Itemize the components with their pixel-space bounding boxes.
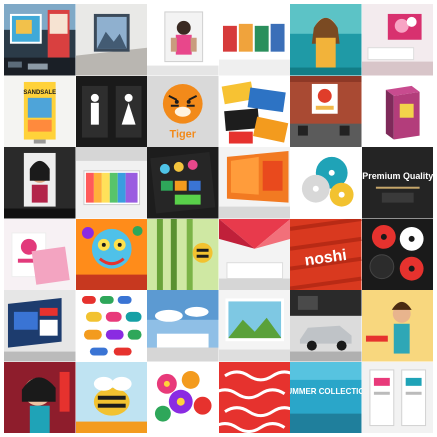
tile-app-interface	[147, 147, 219, 219]
summer-collection-text: SUMMER COLLECTION	[290, 386, 362, 395]
tile-vinyl-labels	[361, 218, 433, 290]
tile-cosmetics-brochure	[4, 218, 76, 290]
tile-exhibition-stand	[4, 290, 76, 362]
tile-woman-portrait	[290, 4, 362, 76]
tile-wall-photo	[147, 4, 219, 76]
tile-room-signage	[361, 361, 433, 433]
tile-poster-row	[218, 4, 290, 76]
tile-flower-burst	[147, 361, 219, 433]
tile-lifestyle-ad	[361, 290, 433, 362]
tile-red-pattern	[218, 361, 290, 433]
tile-boutique-display	[4, 147, 76, 219]
tile-sky-bedroom	[147, 290, 219, 362]
tile-product-box	[361, 75, 433, 147]
tile-restroom-signs	[75, 75, 147, 147]
tile-tiger-logo: Tiger	[147, 75, 219, 147]
sandsale-text: SANDSALE	[23, 89, 56, 95]
tile-summer-collection: SUMMER COLLECTION	[290, 361, 362, 433]
tile-orange-wall	[218, 147, 290, 219]
tile-sandsale-banner: SANDSALE	[4, 75, 76, 147]
tile-sticker-sheet	[75, 290, 147, 362]
tile-bee-illustration	[75, 361, 147, 433]
tile-street-art	[75, 218, 147, 290]
tile-city-billboard	[4, 4, 76, 76]
tile-disc-printing	[290, 147, 362, 219]
tile-living-room	[361, 4, 433, 76]
tile-car-showroom	[290, 290, 362, 362]
tile-noshi-sign: noshi	[290, 218, 362, 290]
tile-premium-quality: Premium Quality	[361, 147, 433, 219]
tile-business-cards	[218, 75, 290, 147]
tile-fashion-portrait	[4, 361, 76, 433]
tile-framed-print	[75, 4, 147, 76]
print-collage: SANDSALE Tiger Premium Quality noshi MME…	[4, 4, 433, 433]
tile-bamboo-nature	[147, 218, 219, 290]
collage-grid: SANDSALE Tiger Premium Quality noshi MME…	[4, 4, 433, 433]
premium-quality-text: Premium Quality	[362, 171, 433, 181]
tile-landscape-frame	[218, 290, 290, 362]
tile-bedroom-mural	[218, 218, 290, 290]
tiger-wordmark: Tiger	[170, 128, 197, 140]
tile-retail-counter	[75, 147, 147, 219]
tile-cafe-interior	[290, 75, 362, 147]
